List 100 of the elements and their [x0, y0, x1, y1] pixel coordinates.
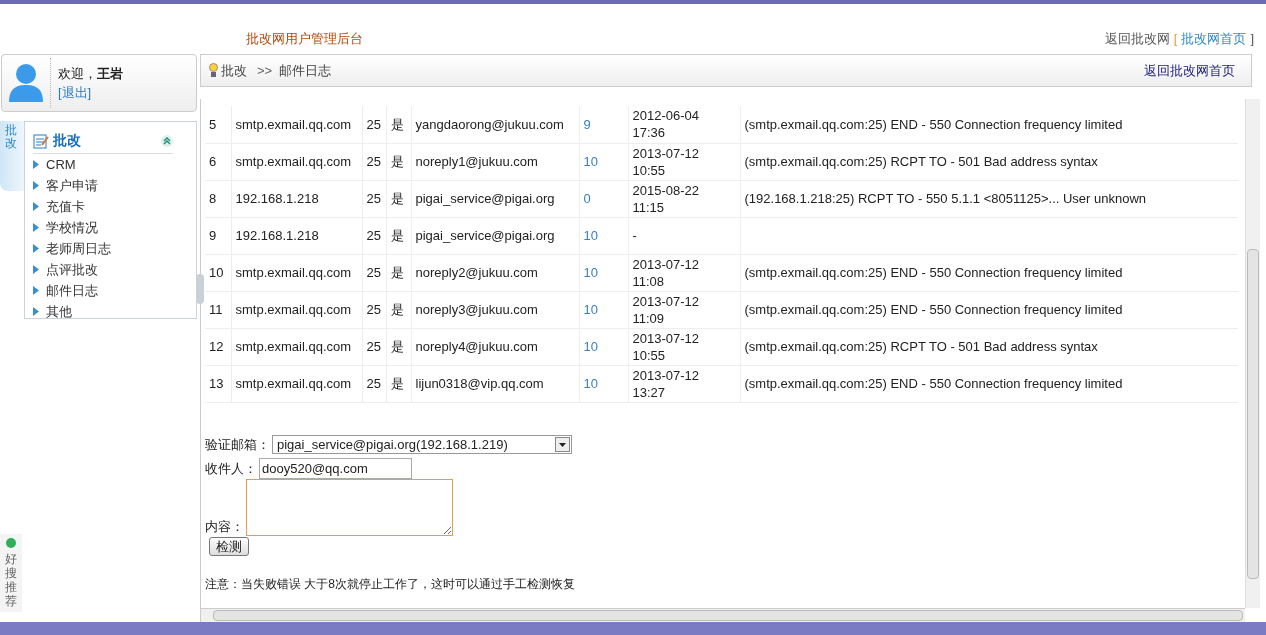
bracket-text: [ [1173, 29, 1178, 48]
flag-cell: 是 [386, 254, 411, 291]
recipient-field[interactable]: dooy520@qq.com [259, 458, 412, 479]
message-cell: (smtp.exmail.qq.com:25) END - 550 Connection frequency limited [740, 106, 1238, 143]
count-cell: 10 [579, 254, 628, 291]
port-cell: 25 [362, 217, 386, 254]
port-cell: 25 [362, 143, 386, 180]
menu-item[interactable]: 点评批改 [46, 259, 98, 280]
port-cell: 25 [362, 365, 386, 402]
host-cell: smtp.exmail.qq.com [231, 291, 362, 328]
caret-icon [33, 265, 39, 274]
vertical-scrollbar[interactable] [1245, 99, 1260, 608]
port-cell: 25 [362, 254, 386, 291]
breadcrumb-separator: >> [257, 61, 273, 80]
user-name: 王岩 [97, 64, 123, 83]
page-title: 批改网用户管理后台 [246, 29, 363, 48]
lightbulb-icon [209, 63, 218, 78]
port-cell: 25 [362, 180, 386, 217]
caret-icon [33, 286, 39, 295]
count-cell: 10 [579, 217, 628, 254]
email-cell: yangdaorong@jukuu.com [411, 106, 579, 143]
sender-select[interactable]: pigai_service@pigai.org(192.168.1.219) [272, 434, 572, 454]
flag-cell: 是 [386, 106, 411, 143]
host-cell: smtp.exmail.qq.com [231, 254, 362, 291]
menu-item[interactable]: 邮件日志 [46, 280, 98, 301]
message-cell: (smtp.exmail.qq.com:25) RCPT TO - 501 Bad address syntax [740, 328, 1238, 365]
bracket-text: ] [1250, 29, 1254, 48]
horizontal-scrollbar[interactable] [201, 608, 1245, 622]
time-cell: 2012-06-04 17:36 [628, 106, 740, 143]
id-cell: 11 [205, 291, 231, 328]
flag-cell: 是 [386, 217, 411, 254]
home-link[interactable]: 批改网首页 [1181, 28, 1247, 48]
email-cell: lijun0318@vip.qq.com [411, 365, 579, 402]
back-home-link[interactable]: 返回批改网首页 [1144, 60, 1235, 81]
time-cell: 2013-07-12 10:55 [628, 143, 740, 180]
host-cell: smtp.exmail.qq.com [231, 365, 362, 402]
count-cell: 10 [579, 291, 628, 328]
caret-icon [33, 244, 39, 253]
logout-link[interactable]: [退出] [58, 83, 123, 103]
menu-item[interactable]: 老师周日志 [46, 238, 111, 259]
email-cell: noreply4@jukuu.com [411, 328, 579, 365]
recommend-widget[interactable]: 好搜推荐 [0, 534, 22, 612]
email-cell: noreply3@jukuu.com [411, 291, 579, 328]
host-cell: smtp.exmail.qq.com [231, 328, 362, 365]
menu-title[interactable]: 批改 [53, 130, 81, 151]
id-cell: 6 [205, 143, 231, 180]
email-cell: noreply2@jukuu.com [411, 254, 579, 291]
id-cell: 8 [205, 180, 231, 217]
back-label: 返回批改网 [1104, 29, 1170, 48]
caret-icon [33, 181, 39, 190]
time-cell: 2013-07-12 11:09 [628, 291, 740, 328]
port-cell: 25 [362, 328, 386, 365]
message-cell: (192.168.1.218:25) RCPT TO - 550 5.1.1 <8051125>... User unknown [740, 180, 1238, 217]
flag-cell: 是 [386, 180, 411, 217]
flag-cell: 是 [386, 328, 411, 365]
time-cell: - [628, 217, 740, 254]
caret-icon [33, 160, 39, 169]
id-cell: 10 [205, 254, 231, 291]
caret-icon [33, 223, 39, 232]
recipient-label: 收件人： [205, 459, 257, 478]
id-cell: 13 [205, 365, 231, 402]
count-cell: 10 [579, 328, 628, 365]
caret-icon [33, 202, 39, 211]
email-cell: pigai_service@pigai.org [411, 217, 579, 254]
host-cell: smtp.exmail.qq.com [231, 143, 362, 180]
email-cell: pigai_service@pigai.org [411, 180, 579, 217]
check-button[interactable]: 检测 [209, 537, 249, 556]
menu-item[interactable]: 学校情况 [46, 217, 98, 238]
id-cell: 5 [205, 106, 231, 143]
time-cell: 2013-07-12 10:55 [628, 328, 740, 365]
message-cell: (smtp.exmail.qq.com:25) RCPT TO - 501 Bad address syntax [740, 143, 1238, 180]
port-cell: 25 [362, 106, 386, 143]
host-cell: smtp.exmail.qq.com [231, 106, 362, 143]
count-cell: 10 [579, 143, 628, 180]
caret-icon [33, 307, 39, 316]
id-cell: 9 [205, 217, 231, 254]
note-text: 注意：当失败错误 大于8次就停止工作了，这时可以通过手工检测恢复 [205, 575, 576, 593]
user-avatar-icon [8, 62, 44, 104]
host-cell: 192.168.1.218 [231, 180, 362, 217]
menu-item[interactable]: CRM [46, 154, 76, 175]
content-field[interactable] [246, 479, 453, 536]
count-cell: 0 [579, 180, 628, 217]
port-cell: 25 [362, 291, 386, 328]
collapse-handle[interactable] [196, 274, 204, 304]
flag-cell: 是 [386, 291, 411, 328]
flag-cell: 是 [386, 143, 411, 180]
sender-label: 验证邮箱： [205, 435, 270, 454]
message-cell: (smtp.exmail.qq.com:25) END - 550 Connection frequency limited [740, 254, 1238, 291]
menu-item[interactable]: 客户申请 [46, 175, 98, 196]
count-cell: 10 [579, 365, 628, 402]
menu-item[interactable]: 其他 [46, 301, 72, 322]
message-cell: (smtp.exmail.qq.com:25) END - 550 Connection frequency limited [740, 291, 1238, 328]
menu-item[interactable]: 充值卡 [46, 196, 85, 217]
count-cell: 9 [579, 106, 628, 143]
time-cell: 2013-07-12 13:27 [628, 365, 740, 402]
breadcrumb-link[interactable]: 批改 [221, 60, 247, 81]
collapse-icon[interactable] [161, 134, 173, 147]
breadcrumb-current: 邮件日志 [279, 61, 332, 80]
notepad-icon [33, 132, 49, 149]
host-cell: 192.168.1.218 [231, 217, 362, 254]
